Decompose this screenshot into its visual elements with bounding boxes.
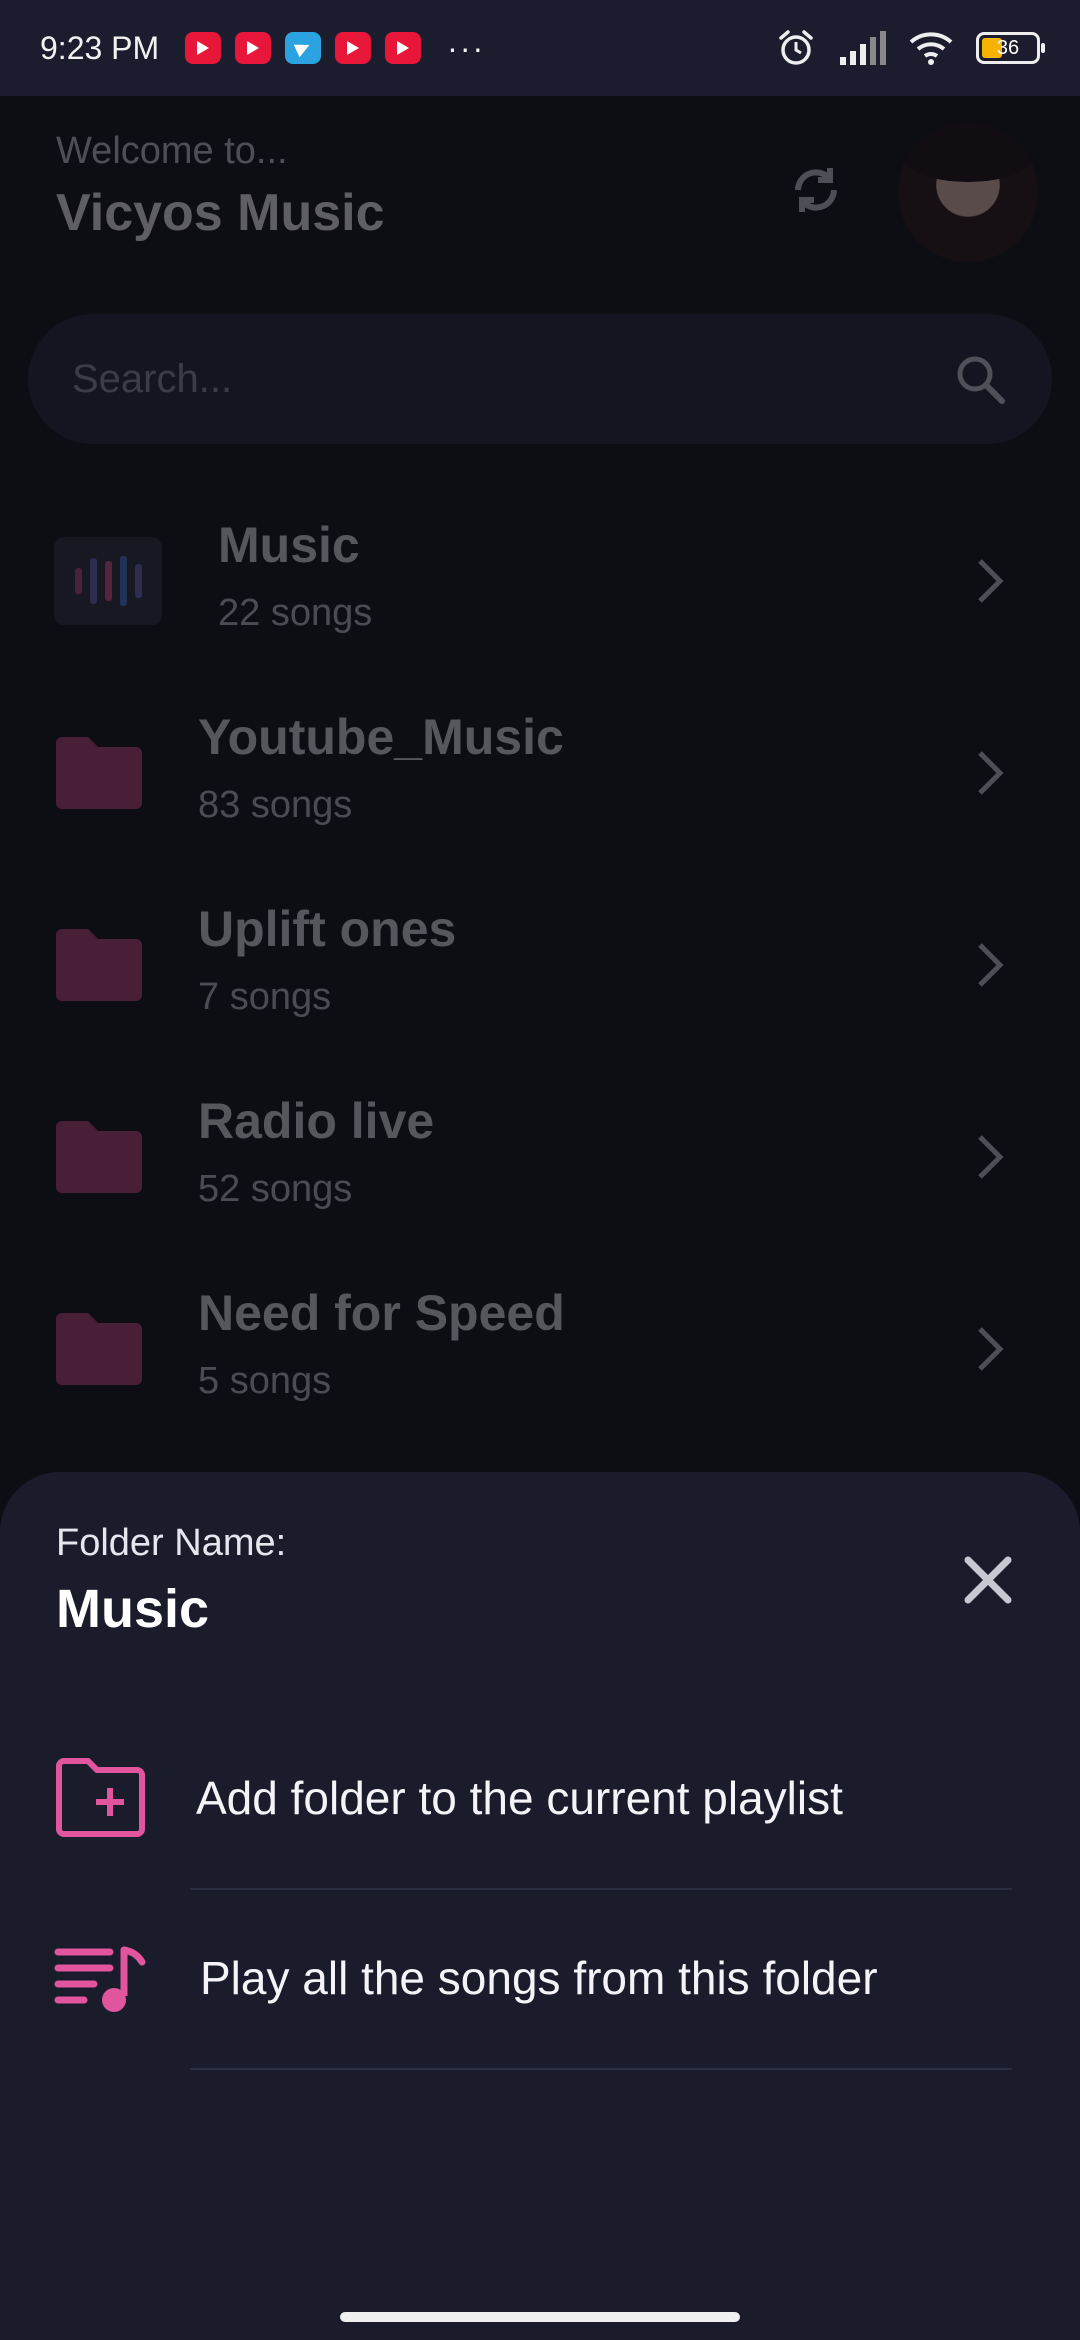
avatar[interactable] — [898, 122, 1038, 262]
folder-song-count: 5 songs — [198, 1360, 332, 1402]
folder-title: Uplift ones — [198, 901, 457, 957]
folder-title: Music — [218, 517, 360, 573]
folder-name-label: Folder Name: — [56, 1522, 287, 1564]
folder-title: Youtube_Music — [198, 709, 564, 765]
chevron-right-icon — [978, 559, 1004, 603]
close-icon[interactable] — [960, 1552, 1016, 1608]
telegram-icon — [285, 32, 322, 64]
play-all-songs-button[interactable]: Play all the songs from this folder — [0, 1888, 1080, 2068]
home-indicator[interactable] — [340, 2312, 740, 2322]
add-folder-label: Add folder to the current playlist — [196, 1772, 843, 1824]
header: Welcome to... Vicyos Music — [56, 130, 385, 243]
wifi-icon — [909, 32, 953, 65]
status-time: 9:23 PM — [40, 29, 160, 66]
folder-row-youtube-music[interactable]: Youtube_Music 83 songs — [0, 678, 1080, 868]
youtube-icon — [385, 32, 422, 64]
folder-icon — [56, 1313, 142, 1385]
folder-title: Need for Speed — [198, 1285, 565, 1341]
add-folder-to-playlist-button[interactable]: Add folder to the current playlist — [0, 1708, 1080, 1888]
folder-title: Radio live — [198, 1093, 435, 1149]
youtube-icon — [185, 32, 222, 64]
app-title: Vicyos Music — [56, 184, 385, 242]
folder-icon — [56, 929, 142, 1001]
youtube-icon — [335, 32, 372, 64]
folder-row-radio-live[interactable]: Radio live 52 songs — [0, 1062, 1080, 1252]
folder-icon — [56, 737, 142, 809]
chevron-right-icon — [978, 751, 1004, 795]
welcome-text: Welcome to... — [56, 130, 288, 172]
signal-icon — [840, 31, 886, 65]
sync-icon[interactable] — [786, 160, 846, 220]
chevron-right-icon — [978, 943, 1004, 987]
status-bar: 9:23 PM ··· 36 — [0, 0, 1080, 96]
battery-icon: 36 — [976, 32, 1045, 64]
folder-name-value: Music — [56, 1579, 210, 1639]
chevron-right-icon — [978, 1135, 1004, 1179]
youtube-icon — [235, 32, 272, 64]
folder-row-need-for-speed[interactable]: Need for Speed 5 songs — [0, 1254, 1080, 1444]
folder-options-sheet: Folder Name: Music Add folder to the cur… — [0, 1472, 1080, 2340]
divider — [190, 2068, 1012, 2070]
folder-song-count: 52 songs — [198, 1168, 353, 1210]
folder-icon — [56, 1121, 142, 1193]
play-all-label: Play all the songs from this folder — [200, 1952, 878, 2004]
search-input[interactable]: Search... — [72, 357, 232, 402]
search-bar[interactable]: Search... — [28, 314, 1052, 444]
more-notifications-icon: ··· — [447, 29, 486, 66]
playlist-play-icon — [54, 1946, 146, 2012]
folder-song-count: 7 songs — [198, 976, 332, 1018]
folder-song-count: 83 songs — [198, 784, 353, 826]
battery-level: 36 — [996, 36, 1020, 59]
folder-add-icon — [56, 1758, 145, 1837]
alarm-icon — [779, 30, 813, 65]
folder-row-music[interactable]: Music 22 songs — [0, 486, 1080, 676]
music-folder-thumbnail — [54, 537, 162, 625]
folder-song-count: 22 songs — [218, 592, 373, 634]
search-icon[interactable] — [952, 351, 1008, 407]
chevron-right-icon — [978, 1327, 1004, 1371]
folder-row-uplift-ones[interactable]: Uplift ones 7 songs — [0, 870, 1080, 1060]
